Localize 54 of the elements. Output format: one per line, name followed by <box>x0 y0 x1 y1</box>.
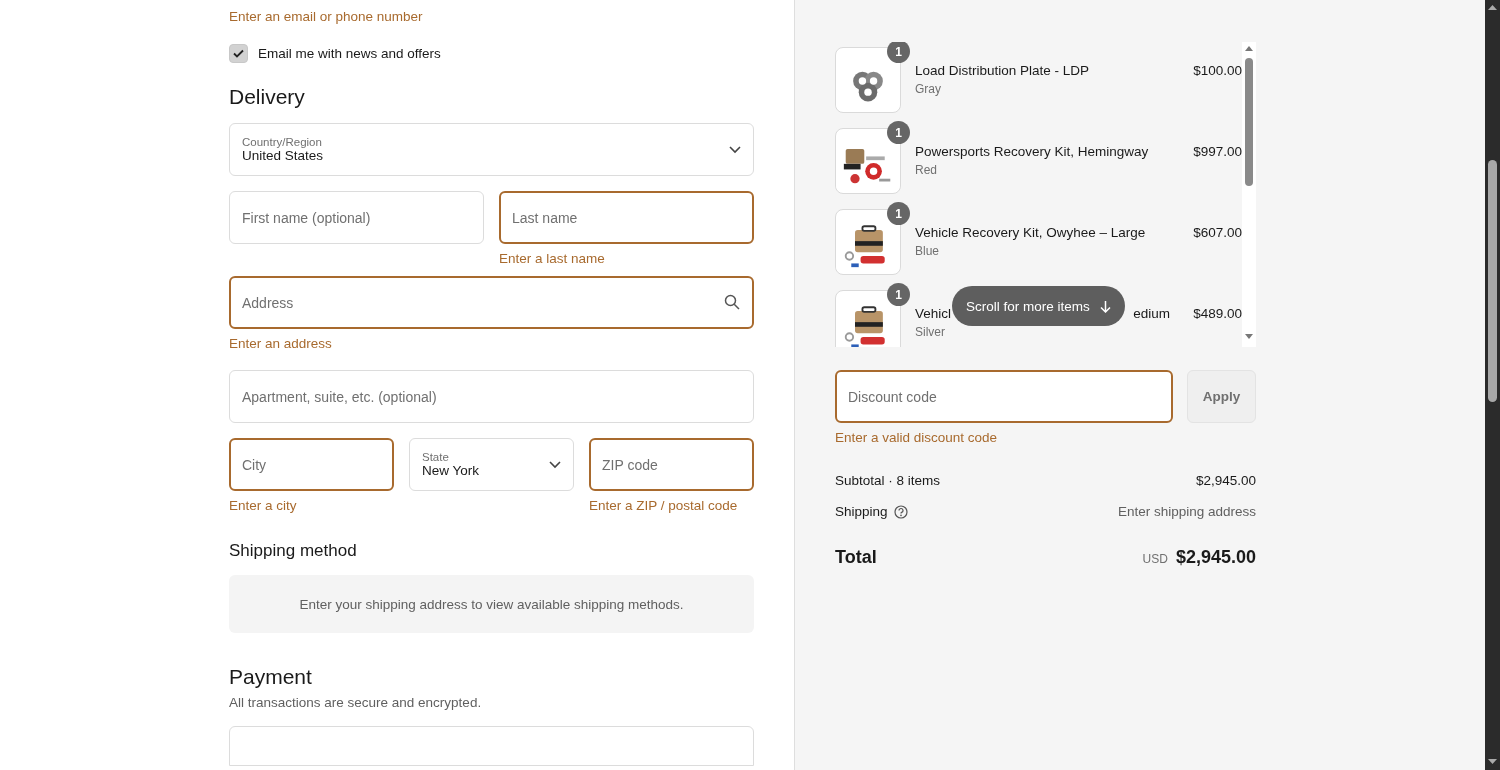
payment-subtitle: All transactions are secure and encrypted. <box>229 695 483 710</box>
product-variant: Silver <box>915 325 946 339</box>
text-field[interactable]: Last name <box>499 191 754 244</box>
error-message: Enter a ZIP / postal code <box>589 497 739 515</box>
subtotal-value: $2,945.00 <box>1195 473 1256 488</box>
product-variant: Red <box>915 163 938 177</box>
apply-button[interactable]: Apply <box>1187 370 1256 423</box>
product-price: $100.00 <box>1193 62 1242 80</box>
shipping-label: Shipping <box>835 504 888 519</box>
text-field[interactable]: Discount code <box>835 370 1173 423</box>
text-field[interactable]: City <box>229 438 394 491</box>
scrollbar[interactable] <box>1485 0 1500 770</box>
subtotal-label: Subtotal · 8 items <box>835 473 941 488</box>
product-name: edium <box>1133 306 1170 321</box>
scroll-hint[interactable]: Scroll for more items <box>952 286 1125 326</box>
error-message: Enter an email or phone number <box>229 8 424 26</box>
error-message: Enter an address <box>229 335 333 353</box>
product-name: Vehicl <box>915 306 952 321</box>
error-message: Enter a valid discount code <box>835 429 999 447</box>
product-variant: Gray <box>915 82 942 96</box>
shipping-value: Enter shipping address <box>1117 504 1256 519</box>
section-heading: Shipping method <box>229 541 358 561</box>
quantity-badge: 1 <box>887 283 910 306</box>
select-field[interactable]: State New York <box>409 438 574 491</box>
currency-code: USD <box>1142 552 1168 566</box>
product-price: $997.00 <box>1193 143 1242 161</box>
search-icon <box>724 294 740 310</box>
error-message: Enter a city <box>229 497 298 515</box>
checkbox[interactable] <box>229 44 248 63</box>
checkmark-icon <box>233 49 244 58</box>
product-price: $607.00 <box>1193 224 1242 242</box>
chevron-down-icon <box>729 145 741 154</box>
product-variant: Blue <box>915 244 941 258</box>
text-field[interactable]: ZIP code <box>589 438 754 491</box>
quantity-badge: 1 <box>887 202 910 225</box>
scrollbar[interactable] <box>1242 42 1256 347</box>
checkbox-label: Email me with news and offers <box>258 46 441 61</box>
section-heading: Payment <box>229 665 313 689</box>
total-value: $2,945.00 <box>1175 547 1256 568</box>
total-label: Total <box>835 547 877 568</box>
help-icon[interactable] <box>893 504 908 519</box>
product-name: Vehicle Recovery Kit, Owyhee – Large <box>915 225 1147 240</box>
select-field[interactable]: Country/Region United States <box>229 123 754 176</box>
product-name: Powersports Recovery Kit, Hemingway <box>915 144 1150 159</box>
product-price: $489.00 <box>1193 305 1242 323</box>
info-message: Enter your shipping address to view available shipping methods. <box>229 575 754 633</box>
section-heading: Delivery <box>229 85 306 109</box>
text-field[interactable]: Address <box>229 276 754 329</box>
quantity-badge: 1 <box>887 42 910 63</box>
error-message: Enter a last name <box>499 250 606 268</box>
arrow-down-icon <box>1099 299 1111 313</box>
product-name: Load Distribution Plate - LDP <box>915 63 1091 78</box>
quantity-badge: 1 <box>887 121 910 144</box>
chevron-down-icon <box>549 460 561 469</box>
